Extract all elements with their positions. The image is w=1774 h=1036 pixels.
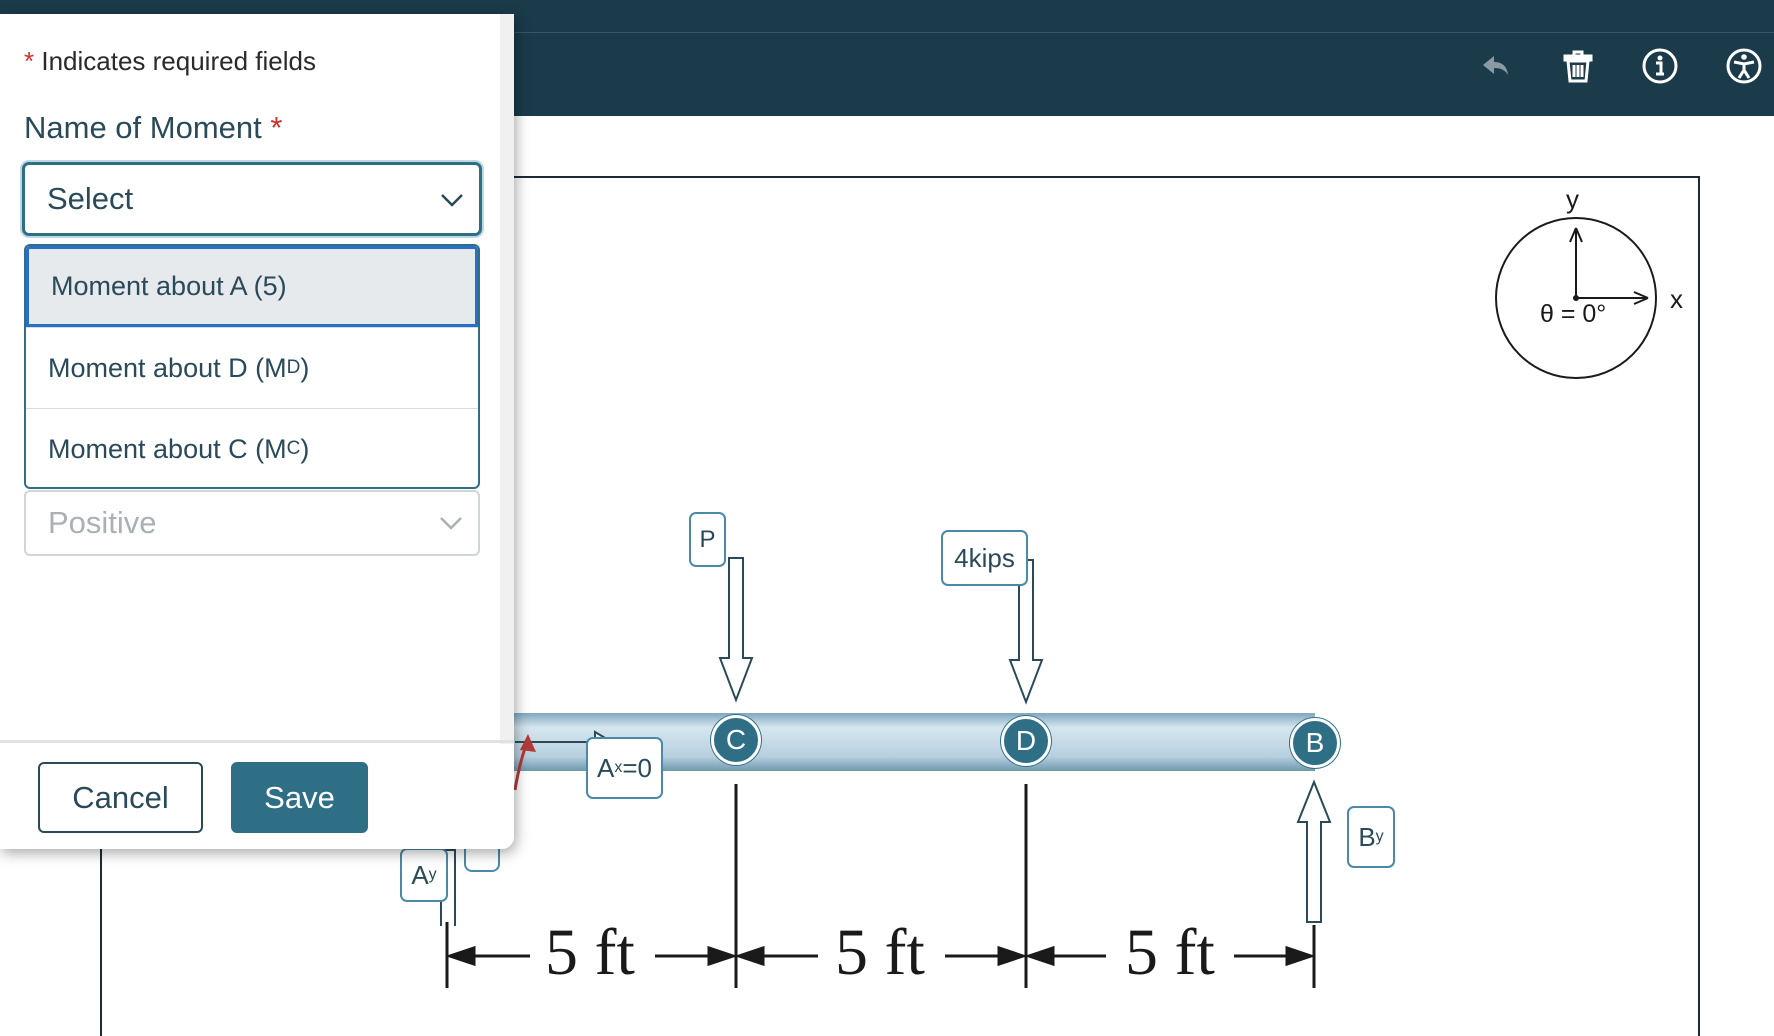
ay-base: A — [411, 859, 429, 890]
name-of-moment-label: Name of Moment * — [24, 110, 282, 146]
ay-reaction-label[interactable]: Ay — [400, 848, 448, 902]
panel-scrollbar[interactable] — [500, 14, 514, 744]
sign-select-value: Positive — [48, 505, 157, 540]
option-moment-c[interactable]: Moment about C (M C) — [26, 408, 478, 487]
dimension-3: 5 ft — [1125, 916, 1215, 989]
required-star: * — [24, 46, 35, 76]
ax-suffix: =0 — [622, 752, 652, 783]
required-note-text: Indicates required fields — [41, 46, 316, 76]
node-c[interactable]: C — [711, 715, 761, 765]
panel-footer-divider — [0, 740, 514, 743]
required-fields-note: * Indicates required fields — [24, 46, 316, 77]
p-load-arrow — [718, 557, 754, 703]
ay-sub: y — [428, 866, 437, 883]
option-suffix: ) — [300, 352, 310, 383]
by-reaction-label[interactable]: By — [1347, 806, 1395, 868]
moment-name-select[interactable]: Select — [22, 162, 482, 236]
cancel-button[interactable]: Cancel — [38, 762, 203, 833]
by-sub: y — [1375, 828, 1384, 845]
dimension-1: 5 ft — [545, 916, 635, 989]
by-base: B — [1358, 821, 1376, 852]
dimension-2: 5 ft — [835, 916, 925, 989]
option-sub: C — [286, 438, 301, 459]
chevron-down-icon — [440, 517, 462, 530]
chevron-down-icon — [441, 194, 463, 207]
kips-load-label[interactable]: 4kips — [941, 530, 1028, 586]
ax-sub: x — [614, 759, 623, 776]
app-stage: y x θ = 0° P 4kips Ax =0 Ay By C D B 5 ft… — [0, 0, 1774, 1036]
option-text: Moment about C (M — [48, 433, 287, 464]
x-axis-label: x — [1670, 284, 1683, 314]
ax-reaction-label[interactable]: Ax =0 — [586, 737, 663, 799]
by-reaction-arrow — [1296, 779, 1332, 923]
select-value: Select — [47, 181, 134, 216]
field-label-text: Name of Moment — [24, 110, 262, 145]
field-required-star: * — [270, 110, 283, 145]
moment-options-list: Moment about A (5) Moment about D (M D) M… — [24, 244, 480, 489]
p-load-label[interactable]: P — [689, 512, 726, 567]
node-d[interactable]: D — [1001, 716, 1051, 766]
node-b[interactable]: B — [1290, 718, 1340, 768]
ax-base: A — [597, 752, 615, 783]
moment-sign-select[interactable]: Positive — [24, 490, 480, 556]
angle-label: θ = 0° — [1540, 300, 1607, 328]
option-moment-a[interactable]: Moment about A (5) — [26, 246, 478, 327]
option-text: Moment about A (5) — [51, 271, 287, 301]
option-moment-d[interactable]: Moment about D (M D) — [26, 327, 478, 408]
y-axis-label: y — [1566, 184, 1579, 214]
option-text: Moment about D (M — [48, 352, 287, 383]
option-suffix: ) — [300, 433, 310, 464]
option-sub: D — [286, 357, 301, 378]
save-button[interactable]: Save — [231, 762, 368, 833]
